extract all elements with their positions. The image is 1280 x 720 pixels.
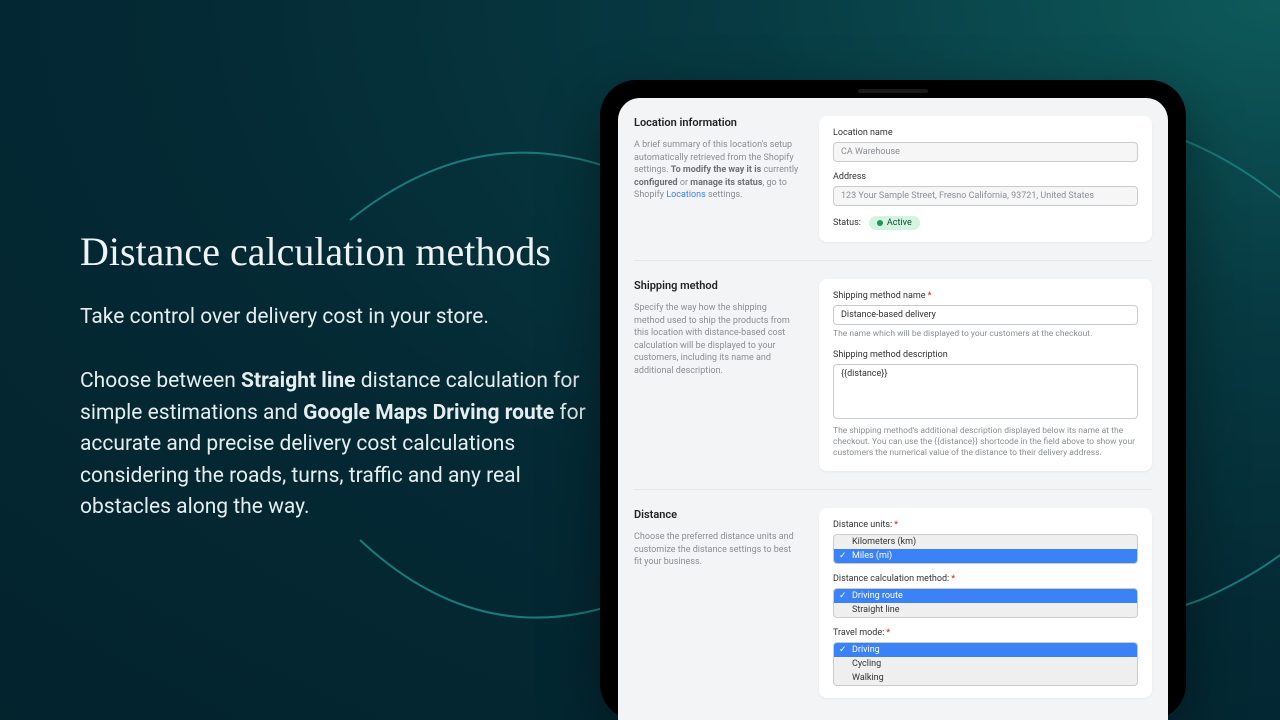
location-name-label: Location name xyxy=(833,128,1138,138)
method-option-driving-route[interactable]: Driving route xyxy=(834,589,1137,603)
address-input xyxy=(833,186,1138,206)
mode-dropdown[interactable]: Driving Cycling Walking xyxy=(833,642,1138,686)
shipping-name-input[interactable] xyxy=(833,305,1138,325)
mode-label: Travel mode: xyxy=(833,628,1138,638)
address-label: Address xyxy=(833,172,1138,182)
hero-copy: Distance calculation methods Take contro… xyxy=(80,230,590,545)
hero-title: Distance calculation methods xyxy=(80,230,590,274)
section-side: Distance Choose the preferred distance u… xyxy=(634,508,799,698)
marketing-slide: Distance calculation methods Take contro… xyxy=(0,0,1280,720)
method-option-straight-line[interactable]: Straight line xyxy=(834,603,1137,617)
mode-option-cycling[interactable]: Cycling xyxy=(834,657,1137,671)
section-side: Location information A brief summary of … xyxy=(634,116,799,242)
shipping-desc-textarea[interactable] xyxy=(833,364,1138,419)
section-distance: Distance Choose the preferred distance u… xyxy=(634,508,1152,716)
status-label: Status: xyxy=(833,218,861,228)
app-screen: Location information A brief summary of … xyxy=(618,98,1168,720)
section-description: Specify the way how the shipping method … xyxy=(634,302,799,378)
shipping-name-help: The name which will be displayed to your… xyxy=(833,329,1138,340)
distance-card: Distance units: Kilometers (km) Miles (m… xyxy=(819,508,1152,698)
tablet-frame: Location information A brief summary of … xyxy=(600,80,1186,720)
locations-link[interactable]: Locations xyxy=(666,190,705,200)
location-name-input xyxy=(833,142,1138,162)
method-dropdown[interactable]: Driving route Straight line xyxy=(833,588,1138,618)
shipping-name-label: Shipping method name xyxy=(833,291,1138,301)
hero-body: Choose between Straight line distance ca… xyxy=(80,366,590,524)
section-heading: Location information xyxy=(634,116,799,129)
section-description: A brief summary of this location's setup… xyxy=(634,139,799,202)
mode-option-driving[interactable]: Driving xyxy=(834,643,1137,657)
section-location: Location information A brief summary of … xyxy=(634,116,1152,261)
shipping-desc-help: The shipping method's additional descrip… xyxy=(833,426,1138,459)
method-label: Distance calculation method: xyxy=(833,574,1138,584)
units-dropdown[interactable]: Kilometers (km) Miles (mi) xyxy=(833,534,1138,564)
section-description: Choose the preferred distance units and … xyxy=(634,531,799,569)
shipping-desc-label: Shipping method description xyxy=(833,350,1138,360)
units-label: Distance units: xyxy=(833,520,1138,530)
hero-tagline: Take control over delivery cost in your … xyxy=(80,304,590,331)
units-option-km[interactable]: Kilometers (km) xyxy=(834,535,1137,549)
section-shipping: Shipping method Specify the way how the … xyxy=(634,279,1152,490)
units-option-mi[interactable]: Miles (mi) xyxy=(834,549,1137,563)
section-side: Shipping method Specify the way how the … xyxy=(634,279,799,471)
shipping-card: Shipping method name The name which will… xyxy=(819,279,1152,471)
location-card: Location name Address Status: Active xyxy=(819,116,1152,242)
mode-option-walking[interactable]: Walking xyxy=(834,671,1137,685)
status-badge: Active xyxy=(869,216,920,230)
section-heading: Shipping method xyxy=(634,279,799,292)
section-heading: Distance xyxy=(634,508,799,521)
